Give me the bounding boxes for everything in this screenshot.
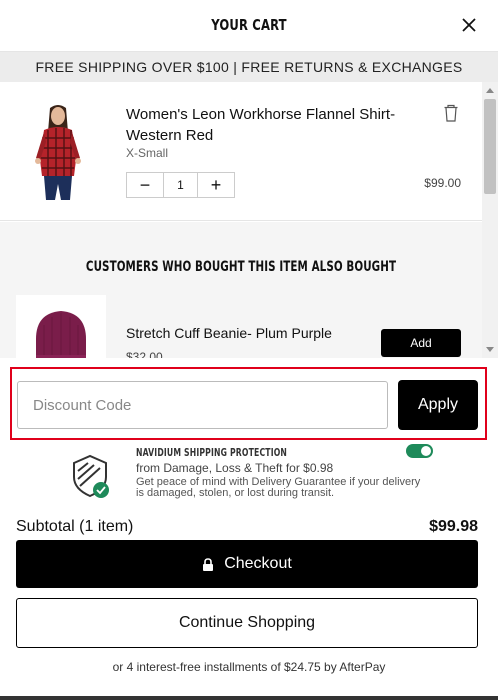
scrollbar-thumb[interactable] [484, 99, 496, 194]
scroll-up-arrow-icon[interactable] [486, 88, 494, 93]
checkout-label: Checkout [224, 555, 292, 572]
upsell-title: CUSTOMERS WHO BOUGHT THIS ITEM ALSO BOUG… [85, 259, 397, 275]
shipping-banner: FREE SHIPPING OVER $100 | FREE RETURNS &… [0, 52, 498, 82]
upsell-product-price: $32.00 [126, 350, 163, 358]
shipping-protection-title: NAVIDIUM SHIPPING PROTECTION [136, 446, 288, 459]
cart-item-name[interactable]: Women's Leon Workhorse Flannel Shirt- We… [126, 104, 406, 146]
continue-shopping-button[interactable]: Continue Shopping [16, 598, 478, 648]
discount-code-input[interactable] [17, 381, 388, 429]
shield-check-icon [73, 454, 109, 498]
cart-item-price: $99.00 [424, 176, 461, 190]
toggle-knob [421, 446, 431, 456]
scroll-down-arrow-icon[interactable] [486, 347, 494, 352]
subtotal-label: Subtotal (1 item) [16, 518, 134, 535]
discount-highlight-box: Apply [10, 367, 487, 440]
subtotal-value: $99.98 [429, 518, 478, 535]
cart-item: Women's Leon Workhorse Flannel Shirt- We… [0, 82, 482, 221]
apply-discount-button[interactable]: Apply [398, 380, 478, 430]
beanie-image[interactable] [16, 295, 106, 358]
trash-icon[interactable] [443, 104, 459, 122]
cart-header: YOUR CART [0, 0, 498, 52]
checkout-button[interactable]: Checkout [16, 540, 478, 588]
cart-scrollbar[interactable] [482, 82, 498, 358]
upsell-section: CUSTOMERS WHO BOUGHT THIS ITEM ALSO BOUG… [0, 222, 482, 358]
quantity-decrease-button[interactable]: − [127, 173, 163, 197]
upsell-add-button[interactable]: Add [381, 329, 461, 357]
cart-scroll-area[interactable]: Women's Leon Workhorse Flannel Shirt- We… [0, 82, 498, 358]
shipping-protection-description: Get peace of mind with Delivery Guarante… [136, 476, 421, 499]
quantity-stepper: − 1 + [126, 172, 235, 198]
quantity-increase-button[interactable]: + [198, 173, 234, 197]
shipping-protection-toggle[interactable] [406, 444, 433, 458]
afterpay-info: or 4 interest-free installments of $24.7… [112, 660, 386, 674]
shipping-protection-price: from Damage, Loss & Theft for $0.98 [136, 461, 334, 475]
flannel-shirt-image[interactable] [26, 102, 90, 202]
close-icon[interactable] [458, 14, 480, 36]
cart-item-variant: X-Small [126, 146, 169, 160]
window-bottom-edge [0, 696, 498, 700]
cart-title: YOUR CART [211, 16, 287, 34]
lock-icon [203, 557, 214, 571]
upsell-product-name[interactable]: Stretch Cuff Beanie- Plum Purple [126, 325, 332, 341]
quantity-value[interactable]: 1 [163, 173, 198, 197]
